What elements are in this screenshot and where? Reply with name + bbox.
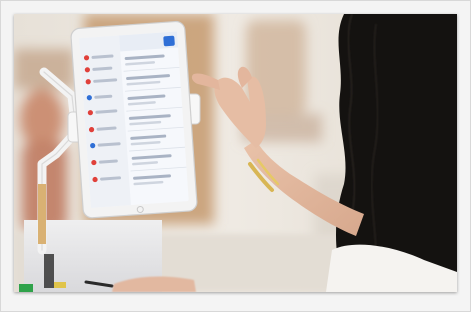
vase-top (20, 89, 64, 149)
photo-frame (0, 0, 471, 312)
base-slot (44, 254, 54, 288)
photo (14, 14, 457, 292)
screen-compose-icon (163, 35, 175, 47)
green-tag (19, 284, 33, 292)
yellow-tag (54, 282, 66, 288)
photo-scene (14, 14, 457, 292)
tablet (70, 20, 198, 219)
stand-pole-accent (38, 184, 46, 244)
